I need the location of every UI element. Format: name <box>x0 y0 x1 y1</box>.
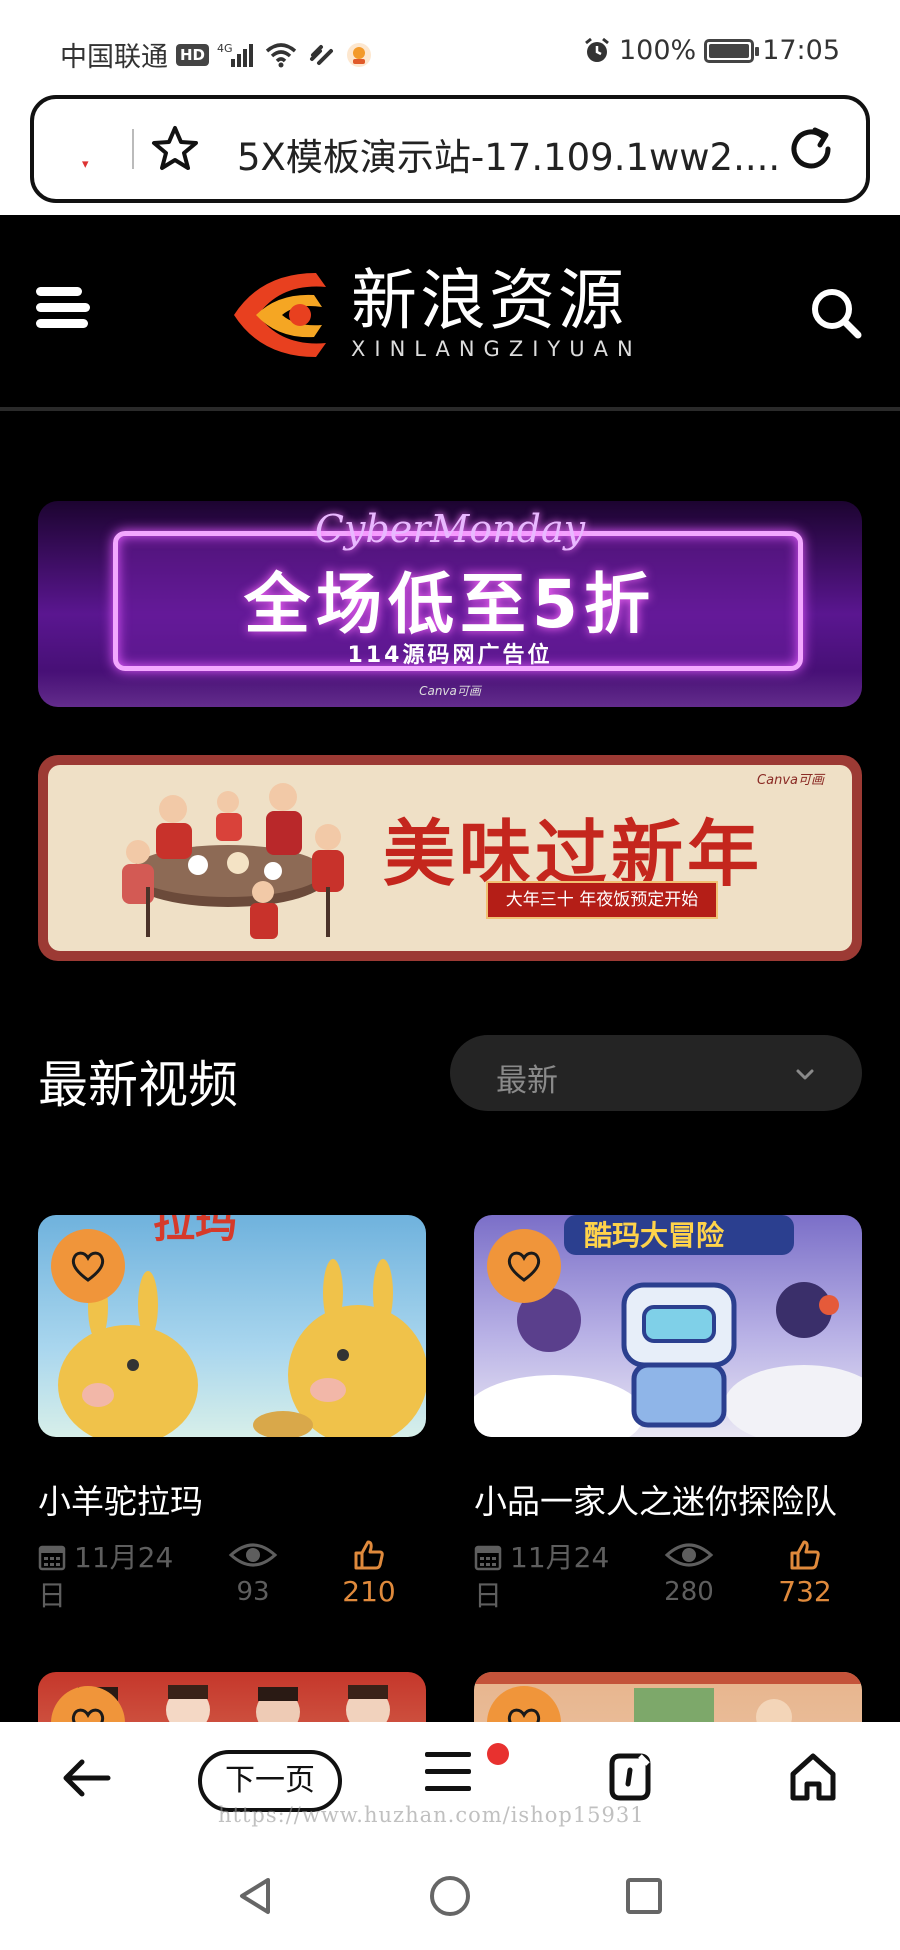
thumbnail-title-text: 酷玛大冒险 <box>584 1219 725 1252</box>
menu-icon[interactable] <box>425 1752 475 1802</box>
logo-english: XINLANGZIYUAN <box>351 336 642 361</box>
video-thumbnail[interactable] <box>38 1672 426 1722</box>
video-card[interactable] <box>474 1672 862 1722</box>
site-header: 新浪资源 XINLANGZIYUAN <box>0 215 900 411</box>
home-icon[interactable] <box>785 1750 841 1806</box>
heart-icon <box>507 1708 541 1722</box>
ad-banner-cyber-monday[interactable]: CyberMonday 全场低至5折 114源码网广告位 Canva可画 <box>38 501 862 707</box>
hamburger-icon[interactable] <box>36 287 92 339</box>
link-icon <box>307 40 337 70</box>
video-title[interactable]: 小羊驼拉玛 <box>38 1475 426 1523</box>
address-divider <box>132 129 134 169</box>
back-arrow-icon[interactable] <box>58 1750 114 1806</box>
heart-icon <box>507 1251 541 1282</box>
video-views: 93 <box>223 1539 283 1609</box>
hd-badge: HD <box>176 43 210 66</box>
status-bar: 中国联通 HD 4G 100% 17:05 <box>0 0 900 95</box>
nav-back-icon[interactable] <box>232 1872 280 1920</box>
thumbs-up-icon <box>790 1540 820 1570</box>
heart-icon <box>71 1251 105 1282</box>
video-views: 280 <box>659 1539 719 1609</box>
clock: 17:05 <box>762 35 840 66</box>
android-navigation-bar <box>0 1850 900 1950</box>
view-count: 93 <box>236 1577 270 1607</box>
family-dinner-illustration <box>122 783 344 939</box>
video-meta: 11月24日 280 732 <box>474 1539 862 1631</box>
video-date: 11月24日 <box>474 1539 624 1615</box>
chevron-down-icon <box>796 1069 814 1080</box>
like-count: 732 <box>778 1575 832 1608</box>
video-card[interactable]: 拉玛 小羊驼拉玛 11月24日 93 210 <box>38 1215 426 1631</box>
nav-recent-apps-icon[interactable] <box>620 1872 668 1920</box>
status-right: 100% 17:05 <box>583 35 840 66</box>
thumbs-up-icon <box>354 1540 384 1570</box>
video-card[interactable] <box>38 1672 426 1722</box>
address-bar[interactable]: ▾ 5X模板演示站-17.109.1ww2.... <box>30 95 870 203</box>
web-page: 新浪资源 XINLANGZIYUAN CyberMonday 全场低至5折 11… <box>0 215 900 1722</box>
banner-brand: Canva可画 <box>419 684 481 698</box>
banner-headline: 全场低至5折 <box>244 566 656 643</box>
bookmark-star-icon[interactable] <box>149 123 201 175</box>
banner-brand: Canva可画 <box>757 773 824 788</box>
sort-dropdown[interactable]: 最新 <box>450 1035 862 1111</box>
video-thumbnail[interactable]: 拉玛 <box>38 1215 426 1437</box>
calendar-icon <box>474 1545 502 1571</box>
banner-subtitle: 114源码网广告位 <box>347 643 553 668</box>
logo-eye-icon <box>234 273 326 357</box>
video-likes[interactable]: 210 <box>334 1539 404 1609</box>
browser-toolbar: 下一页 <box>0 1722 900 1850</box>
carrier-name: 中国联通 <box>60 42 168 73</box>
watermark-text: https://www.huzhan.com/ishop15931 <box>218 1803 645 1827</box>
status-left: 中国联通 HD 4G <box>60 35 373 74</box>
site-logo[interactable]: 新浪资源 XINLANGZIYUAN <box>226 255 642 370</box>
video-date: 11月24日 <box>38 1539 188 1615</box>
eye-icon <box>664 1543 714 1567</box>
banner-ribbon: 大年三十 年夜饭预定开始 <box>486 881 718 919</box>
heart-icon <box>71 1708 105 1722</box>
video-thumbnail[interactable] <box>474 1672 862 1722</box>
app-notification-icon <box>345 40 373 70</box>
video-title[interactable]: 小品一家人之迷你探险队 <box>474 1475 862 1523</box>
sort-selected-value: 最新 <box>496 1063 558 1099</box>
notification-dot <box>487 1743 509 1765</box>
thumbnail-title-text: 拉玛 <box>153 1215 237 1247</box>
wifi-icon <box>263 40 299 70</box>
alarm-icon <box>583 36 611 66</box>
search-icon[interactable] <box>808 285 864 341</box>
download-indicator-icon[interactable]: ▾ <box>82 157 89 172</box>
video-likes[interactable]: 732 <box>770 1539 840 1609</box>
banner-script-title: CyberMonday <box>314 507 586 551</box>
favorite-button[interactable] <box>51 1229 125 1303</box>
section-title: 最新视频 <box>38 1056 238 1114</box>
page-title[interactable]: 5X模板演示站-17.109.1ww2.... <box>237 127 780 181</box>
view-count: 280 <box>664 1577 714 1607</box>
video-thumbnail[interactable]: 酷玛大冒险 <box>474 1215 862 1437</box>
logo-text: 新浪资源 XINLANGZIYUAN <box>351 261 642 361</box>
signal-icon: 4G <box>217 40 255 70</box>
battery-fill <box>709 43 750 58</box>
battery-percent: 100% <box>618 35 697 66</box>
nav-home-icon[interactable] <box>426 1872 474 1920</box>
ad-banner-new-year[interactable]: Canva可画 美味过新年 大年三十 年夜饭预定开始 <box>38 755 862 961</box>
network-type: 4G <box>217 42 233 55</box>
reload-icon[interactable] <box>784 122 838 176</box>
video-meta: 11月24日 93 210 <box>38 1539 426 1631</box>
calendar-icon <box>38 1545 66 1571</box>
like-count: 210 <box>342 1575 396 1608</box>
battery-icon <box>704 38 760 63</box>
favorite-button[interactable] <box>487 1229 561 1303</box>
logo-chinese: 新浪资源 <box>351 261 627 339</box>
eye-icon <box>228 1543 278 1567</box>
video-card[interactable]: 酷玛大冒险 小品一家人之迷你探险队 11月24日 280 732 <box>474 1215 862 1631</box>
tabs-icon[interactable] <box>602 1750 658 1806</box>
